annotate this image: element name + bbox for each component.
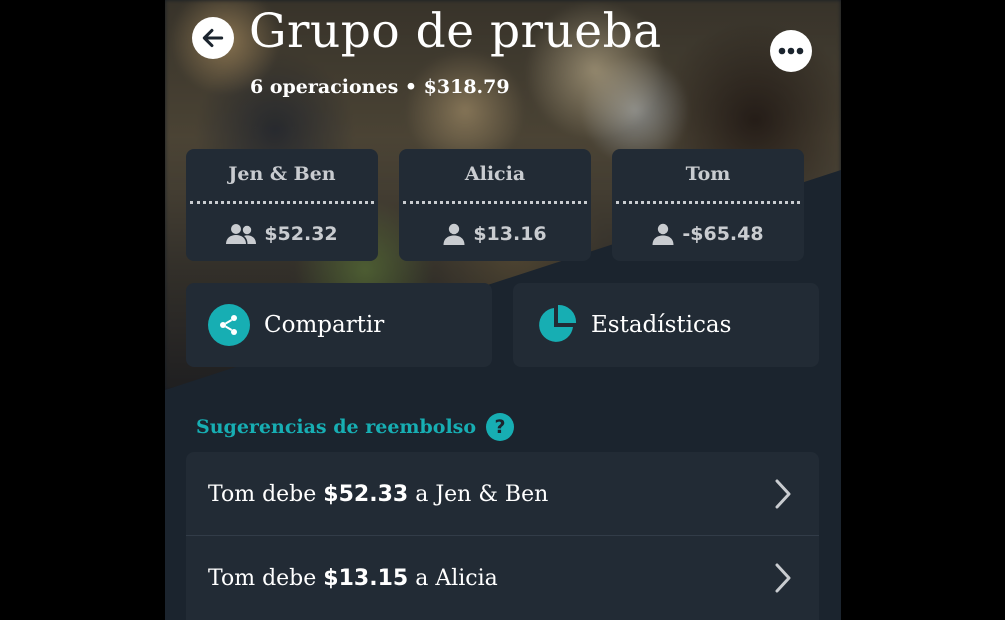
member-name: Tom xyxy=(685,163,731,185)
debtor-name: Tom xyxy=(208,481,256,507)
dotted-divider xyxy=(616,201,800,204)
share-label: Compartir xyxy=(264,312,385,338)
creditor-name: Jen & Ben xyxy=(435,481,549,507)
pie-chart-icon xyxy=(535,304,577,346)
creditor-name: Alicia xyxy=(435,565,498,591)
owes-verb: debe xyxy=(262,565,317,591)
chevron-right-icon xyxy=(775,563,791,593)
preposition: a xyxy=(415,481,429,507)
group-total: $318.79 xyxy=(423,76,510,98)
arrow-left-icon xyxy=(202,28,224,48)
dotted-divider xyxy=(190,201,374,204)
amount: $52.33 xyxy=(323,481,409,507)
app-screen: Grupo de prueba 6 operaciones • $318.79 … xyxy=(165,0,841,620)
more-horizontal-icon xyxy=(778,47,804,55)
more-options-button[interactable] xyxy=(770,30,812,72)
share-button[interactable]: Compartir xyxy=(186,283,492,367)
suggestion-row[interactable]: Tom debe $13.15 a Alicia xyxy=(186,536,819,620)
debtor-name: Tom xyxy=(208,565,256,591)
help-icon[interactable]: ? xyxy=(486,413,515,441)
user-icon xyxy=(443,223,465,245)
member-card-alicia[interactable]: Alicia $13.16 xyxy=(399,149,591,261)
suggestions-list: Tom debe $52.33 a Jen & Ben Tom debe $13… xyxy=(186,452,819,620)
member-name: Alicia xyxy=(464,163,526,185)
amount: $13.15 xyxy=(323,565,409,591)
user-icon xyxy=(652,223,674,245)
preposition: a xyxy=(415,565,429,591)
member-card-tom[interactable]: Tom -$65.48 xyxy=(612,149,804,261)
member-name: Jen & Ben xyxy=(228,163,336,185)
share-icon xyxy=(208,304,250,346)
statistics-label: Estadísticas xyxy=(591,312,732,338)
member-balance: -$65.48 xyxy=(682,223,764,245)
chevron-right-icon xyxy=(775,479,791,509)
reimbursement-suggestions-heading: Sugerencias de reembolso ? xyxy=(196,413,515,441)
summary-separator: • xyxy=(404,76,418,98)
users-icon xyxy=(226,224,257,244)
member-balance: $13.16 xyxy=(473,223,547,245)
member-balance: $52.32 xyxy=(264,223,338,245)
suggestion-row[interactable]: Tom debe $52.33 a Jen & Ben xyxy=(186,452,819,536)
group-title: Grupo de prueba xyxy=(249,4,662,59)
section-title-text: Sugerencias de reembolso xyxy=(196,416,477,438)
back-button[interactable] xyxy=(192,17,234,59)
dotted-divider xyxy=(403,201,587,204)
owes-verb: debe xyxy=(262,481,317,507)
group-summary: 6 operaciones • $318.79 xyxy=(250,76,510,98)
member-card-jen-ben[interactable]: Jen & Ben $52.32 xyxy=(186,149,378,261)
operations-count: 6 operaciones xyxy=(250,76,399,98)
statistics-button[interactable]: Estadísticas xyxy=(513,283,819,367)
